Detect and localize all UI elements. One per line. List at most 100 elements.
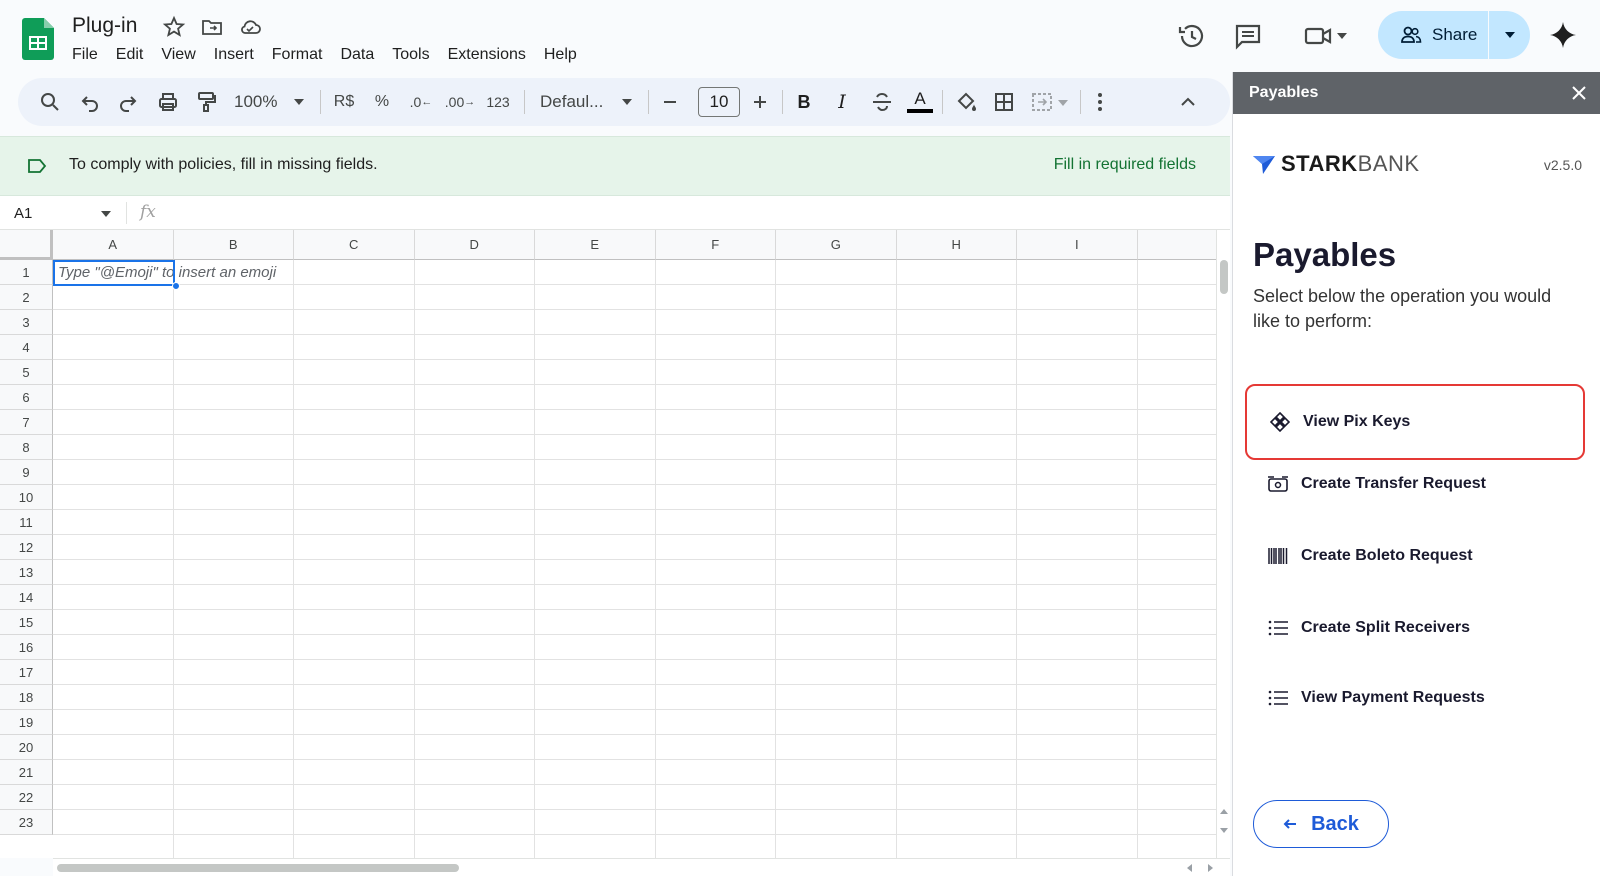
create-boleto-request-button[interactable]: Create Boleto Request: [1245, 520, 1585, 592]
row-header[interactable]: 4: [0, 335, 53, 360]
row-header[interactable]: 9: [0, 460, 53, 485]
name-box[interactable]: A1: [14, 205, 32, 222]
row-header[interactable]: 17: [0, 660, 53, 685]
font-family-select[interactable]: Defaul...: [540, 90, 636, 114]
column-header[interactable]: D: [414, 230, 535, 260]
zoom-select[interactable]: 100%: [234, 90, 314, 114]
row-header[interactable]: 13: [0, 560, 53, 585]
row-header[interactable]: 23: [0, 810, 53, 835]
column-header[interactable]: A: [53, 230, 174, 260]
menu-data[interactable]: Data: [331, 44, 383, 66]
column-header[interactable]: H: [896, 230, 1017, 260]
column-header[interactable]: G: [776, 230, 897, 260]
menu-tools[interactable]: Tools: [383, 44, 438, 66]
vertical-scrollbar[interactable]: [1216, 230, 1230, 858]
formula-input[interactable]: [170, 198, 1210, 228]
horizontal-scroll-thumb[interactable]: [57, 864, 459, 872]
decrease-font-size-icon[interactable]: [660, 90, 680, 114]
collapse-toolbar-icon[interactable]: [1178, 90, 1198, 114]
menu-format[interactable]: Format: [263, 44, 332, 66]
menu-view[interactable]: View: [152, 44, 204, 66]
menu-insert[interactable]: Insert: [205, 44, 263, 66]
scroll-down-icon[interactable]: [1220, 826, 1228, 834]
decrease-decimal-button[interactable]: .0 ←: [408, 90, 434, 114]
row-header[interactable]: 6: [0, 385, 53, 410]
row-header[interactable]: 8: [0, 435, 53, 460]
sheets-logo-icon[interactable]: [22, 18, 54, 60]
column-header[interactable]: E: [535, 230, 656, 260]
selected-cell-a1[interactable]: [53, 260, 175, 286]
share-dropdown-button[interactable]: [1489, 11, 1530, 59]
meet-dropdown-icon[interactable]: [1336, 30, 1348, 42]
column-header[interactable]: I: [1017, 230, 1138, 260]
scroll-left-icon[interactable]: [1186, 864, 1194, 872]
borders-icon[interactable]: [992, 90, 1016, 114]
row-header[interactable]: 12: [0, 535, 53, 560]
column-header-partial[interactable]: [1137, 230, 1216, 260]
comments-icon[interactable]: [1232, 20, 1264, 52]
row-header[interactable]: 10: [0, 485, 53, 510]
increase-font-size-icon[interactable]: [750, 90, 770, 114]
star-icon[interactable]: [162, 15, 186, 39]
menu-file[interactable]: File: [72, 44, 107, 66]
row-header[interactable]: 7: [0, 410, 53, 435]
cloud-status-icon[interactable]: [238, 15, 262, 39]
select-all-corner[interactable]: [0, 230, 53, 260]
chevron-down-icon[interactable]: [100, 208, 112, 220]
fill-required-fields-link[interactable]: Fill in required fields: [1054, 156, 1196, 174]
menu-help[interactable]: Help: [535, 44, 586, 66]
row-header[interactable]: 1: [0, 260, 53, 285]
close-icon[interactable]: [1569, 83, 1589, 103]
menu-edit[interactable]: Edit: [107, 44, 153, 66]
row-header[interactable]: 14: [0, 585, 53, 610]
create-split-receivers-button[interactable]: Create Split Receivers: [1245, 592, 1585, 664]
italic-button[interactable]: I: [832, 90, 852, 114]
scroll-right-icon[interactable]: [1206, 864, 1214, 872]
document-title[interactable]: Plug-in: [72, 14, 137, 38]
search-menus-icon[interactable]: [38, 90, 62, 114]
text-color-button[interactable]: A: [906, 90, 934, 114]
move-folder-icon[interactable]: [200, 15, 224, 39]
menu-extensions[interactable]: Extensions: [439, 44, 535, 66]
paint-format-icon[interactable]: [194, 90, 218, 114]
row-header[interactable]: 3: [0, 310, 53, 335]
row-header[interactable]: 11: [0, 510, 53, 535]
column-header[interactable]: F: [655, 230, 776, 260]
view-payment-requests-button[interactable]: View Payment Requests: [1245, 662, 1585, 734]
row-header[interactable]: 2: [0, 285, 53, 310]
redo-icon[interactable]: [116, 90, 140, 114]
gemini-sparkle-icon[interactable]: [1548, 20, 1578, 50]
currency-format-button[interactable]: R$: [332, 90, 356, 114]
share-button[interactable]: Share: [1378, 11, 1488, 59]
row-header[interactable]: 5: [0, 360, 53, 385]
scroll-up-icon[interactable]: [1220, 808, 1228, 816]
row-header[interactable]: 20: [0, 735, 53, 760]
row-header[interactable]: 19: [0, 710, 53, 735]
vertical-scroll-thumb[interactable]: [1220, 260, 1228, 294]
row-header[interactable]: 16: [0, 635, 53, 660]
print-icon[interactable]: [156, 90, 180, 114]
font-size-input[interactable]: 10: [698, 87, 740, 117]
back-button[interactable]: Back: [1253, 800, 1389, 848]
spreadsheet-grid[interactable]: ABCDEFGHI 1 2 3 4 5 6 7 8 9 10 11 12 13 14 15 16 17 18 19 2…: [0, 230, 1216, 858]
undo-icon[interactable]: [78, 90, 102, 114]
horizontal-scrollbar[interactable]: [53, 858, 1230, 876]
fill-color-icon[interactable]: [954, 90, 978, 114]
row-header[interactable]: 18: [0, 685, 53, 710]
row-header[interactable]: 15: [0, 610, 53, 635]
row-header[interactable]: 22: [0, 785, 53, 810]
create-transfer-request-button[interactable]: Create Transfer Request: [1245, 448, 1585, 520]
meet-video-icon[interactable]: [1302, 20, 1334, 52]
column-header[interactable]: B: [173, 230, 294, 260]
fill-handle[interactable]: [172, 282, 180, 290]
percent-format-button[interactable]: %: [372, 90, 392, 114]
row-header[interactable]: 21: [0, 760, 53, 785]
column-header[interactable]: C: [294, 230, 415, 260]
increase-decimal-button[interactable]: .00 →: [445, 90, 475, 114]
merge-cells-icon[interactable]: [1030, 90, 1070, 114]
more-formats-button[interactable]: 123: [484, 90, 512, 114]
version-history-icon[interactable]: [1175, 20, 1207, 52]
strikethrough-icon[interactable]: [870, 90, 894, 114]
more-options-icon[interactable]: [1092, 90, 1108, 114]
bold-button[interactable]: B: [794, 90, 814, 114]
